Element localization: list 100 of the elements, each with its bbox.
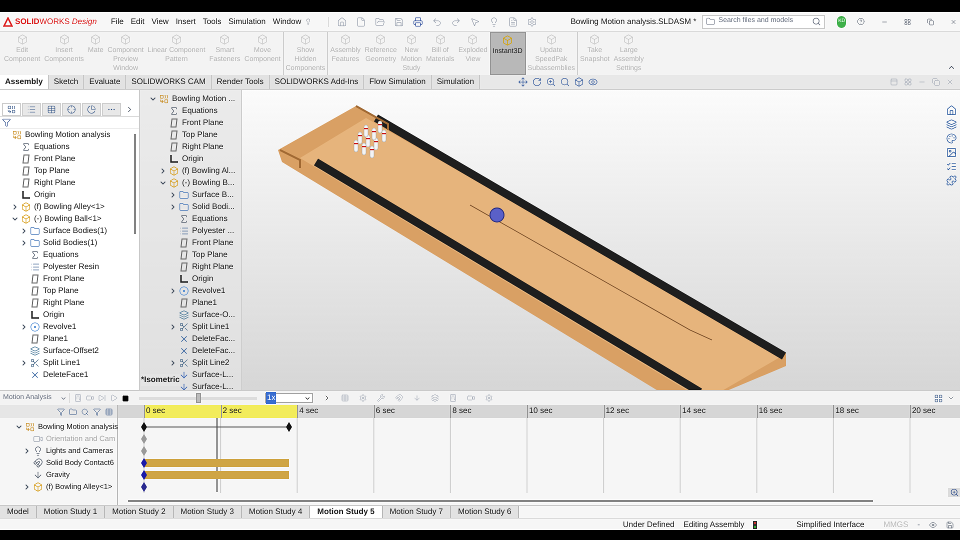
tree-item[interactable]: Origin xyxy=(30,309,64,321)
collapsed-caret-icon[interactable] xyxy=(168,191,176,199)
search-icon[interactable] xyxy=(560,77,570,87)
eye-icon[interactable] xyxy=(929,520,937,528)
tree-item[interactable]: Front Plane xyxy=(169,117,224,129)
tree-item[interactable]: Top Plane xyxy=(30,285,79,297)
tree-item[interactable]: Top Plane xyxy=(21,165,70,177)
tree-item[interactable]: Right Plane xyxy=(30,297,84,309)
zoom-icon[interactable] xyxy=(950,488,959,497)
panel-tab[interactable] xyxy=(22,102,41,116)
key-diamond[interactable] xyxy=(141,422,147,432)
key-diamond[interactable] xyxy=(286,422,292,432)
collapsed-caret-icon[interactable] xyxy=(168,323,176,331)
tree-item[interactable]: Surface Bodies(1) xyxy=(30,225,108,237)
tree-item[interactable]: Surface-L... xyxy=(179,369,234,381)
menu-item[interactable]: Simulation xyxy=(228,16,266,28)
tree-item[interactable]: Origin xyxy=(179,273,214,285)
tree-item[interactable]: Equations xyxy=(179,213,228,225)
tree-item[interactable]: Front Plane xyxy=(179,237,234,249)
tree-item[interactable]: Equations xyxy=(30,249,79,261)
expanded-caret-icon[interactable] xyxy=(14,423,22,431)
key-diamond[interactable] xyxy=(141,470,147,480)
tree-item[interactable]: Origin xyxy=(169,153,204,165)
stop-icon[interactable] xyxy=(122,394,129,402)
filter-icon[interactable] xyxy=(2,118,11,127)
layout-icon[interactable] xyxy=(934,394,943,402)
table-icon[interactable] xyxy=(105,408,113,416)
collapsed-caret-icon[interactable] xyxy=(168,287,176,295)
expanded-caret-icon[interactable] xyxy=(10,215,18,223)
tree-item[interactable]: Front Plane xyxy=(21,153,76,165)
tree-item[interactable]: Surface-O... xyxy=(179,309,236,321)
collapsed-caret-icon[interactable] xyxy=(10,203,18,211)
command-tab[interactable]: Assembly xyxy=(0,75,49,89)
menu-item[interactable]: Tools xyxy=(202,16,222,28)
menu-item[interactable]: File xyxy=(110,16,124,28)
tree-item[interactable]: Surface-L... xyxy=(179,381,234,390)
collapsed-caret-icon[interactable] xyxy=(22,483,30,491)
rotate-icon[interactable] xyxy=(532,77,542,87)
tree-item[interactable]: Split Line1 xyxy=(179,321,230,333)
save-icon[interactable] xyxy=(946,520,954,528)
panel-tab[interactable] xyxy=(82,102,101,116)
tree-item[interactable]: Plane1 xyxy=(179,297,217,309)
tree-item[interactable]: DeleteFace1 xyxy=(30,369,88,381)
home-icon[interactable] xyxy=(946,105,957,116)
tile-icon[interactable] xyxy=(904,78,912,86)
tree-item[interactable]: Origin xyxy=(21,189,56,201)
folder-icon[interactable] xyxy=(69,408,77,416)
command-tab[interactable]: SOLIDWORKS CAM xyxy=(126,75,212,89)
tree-item[interactable]: Right Plane xyxy=(169,141,224,153)
panel-tab[interactable] xyxy=(2,102,21,116)
tree-item[interactable]: (f) Bowling Al... xyxy=(169,165,236,177)
tree-item[interactable]: Polyester ... xyxy=(179,225,234,237)
tree-item[interactable]: Polyester Resin xyxy=(30,261,100,273)
filter-icon[interactable] xyxy=(57,408,65,416)
move-icon[interactable] xyxy=(518,77,528,87)
palette-icon[interactable] xyxy=(946,133,957,144)
command-tab[interactable]: SOLIDWORKS Add-Ins xyxy=(270,75,364,89)
tree-item[interactable]: Equations xyxy=(169,105,218,117)
collapse-icon[interactable] xyxy=(947,63,956,72)
menu-item[interactable]: View xyxy=(152,16,169,28)
command-tab[interactable]: Render Tools xyxy=(212,75,270,89)
study-tab[interactable]: Motion Study 5 xyxy=(310,506,383,518)
speed-dropdown[interactable]: 1x xyxy=(265,393,313,403)
search-icon[interactable] xyxy=(812,17,822,26)
cube-icon[interactable] xyxy=(574,77,584,87)
tree-item[interactable]: (-) Bowling B... xyxy=(169,177,234,189)
tree-item[interactable]: Bowling Motion ... xyxy=(159,93,236,105)
search-icon[interactable] xyxy=(81,408,89,416)
expanded-caret-icon[interactable] xyxy=(148,95,156,103)
menu-item[interactable]: Insert xyxy=(176,16,196,28)
layers-icon[interactable] xyxy=(946,119,957,130)
tree-item[interactable]: Equations xyxy=(21,141,70,153)
tree-item[interactable]: Bowling Motion analysis xyxy=(12,129,110,141)
collapsed-caret-icon[interactable] xyxy=(22,447,30,455)
command-tab[interactable]: Evaluate xyxy=(84,75,126,89)
collapsed-caret-icon[interactable] xyxy=(20,227,28,235)
collapsed-caret-icon[interactable] xyxy=(20,359,28,367)
collapsed-caret-icon[interactable] xyxy=(20,239,28,247)
study-tab[interactable]: Motion Study 7 xyxy=(382,506,451,518)
tree-item[interactable]: Revolve1 xyxy=(179,285,226,297)
menu-item[interactable]: Edit xyxy=(130,16,144,28)
tree-item[interactable]: Solid Bodies(1) xyxy=(30,237,98,249)
chevron-down-icon[interactable] xyxy=(947,394,955,402)
menu-item[interactable]: Window xyxy=(272,16,302,28)
tree-item[interactable]: Surface-Offset2 xyxy=(30,345,99,357)
help-icon[interactable] xyxy=(856,16,865,27)
horizontal-scrollbar[interactable] xyxy=(128,500,873,502)
layout-icon[interactable] xyxy=(904,16,911,26)
tree-item[interactable]: Top Plane xyxy=(169,129,218,141)
image-icon[interactable] xyxy=(946,147,957,158)
study-tab[interactable]: Motion Study 1 xyxy=(36,506,106,518)
tree-item[interactable]: Split Line1 xyxy=(30,357,80,369)
puzzle-icon[interactable] xyxy=(946,175,957,186)
tree-item[interactable]: Solid Bodi... xyxy=(179,201,235,213)
collapsed-caret-icon[interactable] xyxy=(168,359,176,367)
print-icon[interactable] xyxy=(412,16,423,26)
expanded-caret-icon[interactable] xyxy=(158,179,166,187)
command-tab[interactable]: Simulation xyxy=(432,75,480,89)
panel-tab[interactable] xyxy=(42,102,61,116)
study-tab[interactable]: Motion Study 3 xyxy=(174,506,242,518)
